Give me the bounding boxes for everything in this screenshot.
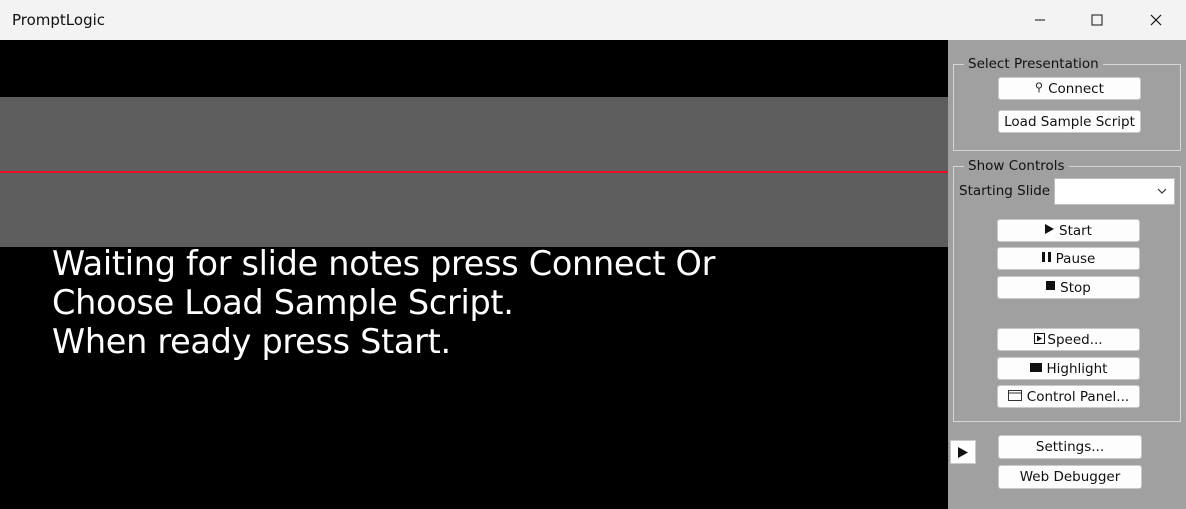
title-bar: PromptLogic <box>0 0 1186 41</box>
play-icon <box>1045 224 1054 237</box>
window-icon <box>1007 389 1022 404</box>
speed-button[interactable]: Speed... <box>997 328 1140 351</box>
highlight-label: Highlight <box>1046 360 1108 377</box>
prompt-message: Waiting for slide notes press Connect Or… <box>52 244 716 361</box>
load-sample-label: Load Sample Script <box>1004 113 1135 130</box>
close-icon <box>1150 14 1162 26</box>
highlight-icon <box>1029 362 1042 375</box>
reading-line <box>0 171 948 173</box>
speed-label: Speed... <box>1047 331 1103 348</box>
web-debugger-label: Web Debugger <box>1019 469 1121 485</box>
minimize-icon <box>1035 19 1045 21</box>
minimize-button[interactable] <box>1011 0 1069 40</box>
expand-toggle-button[interactable] <box>950 440 976 464</box>
maximize-button[interactable] <box>1068 0 1126 40</box>
starting-slide-label: Starting Slide <box>959 183 1051 199</box>
control-sidebar: Select Presentation Connect Load Sample … <box>948 40 1186 509</box>
speed-icon <box>1034 332 1046 347</box>
settings-label: Settings... <box>1035 439 1105 455</box>
chevron-down-icon <box>1157 188 1167 194</box>
control-panel-label: Control Panel... <box>1026 388 1130 405</box>
stop-button[interactable]: Stop <box>997 276 1140 299</box>
show-controls-title: Show Controls <box>964 158 1069 174</box>
control-panel-button[interactable]: Control Panel... <box>997 385 1140 408</box>
web-debugger-button[interactable]: Web Debugger <box>998 465 1142 489</box>
app-window: PromptLogic Waiting for slide notes pres… <box>0 0 1186 509</box>
start-button[interactable]: Start <box>997 219 1140 242</box>
teleprompter-view: Waiting for slide notes press Connect Or… <box>0 40 948 509</box>
start-label: Start <box>1059 222 1092 239</box>
show-controls-group: Show Controls Starting Slide Start Pause… <box>953 158 1181 422</box>
maximize-icon <box>1091 14 1103 26</box>
play-arrow-icon <box>958 446 968 458</box>
stop-label: Stop <box>1060 279 1091 296</box>
settings-button[interactable]: Settings... <box>998 435 1142 459</box>
select-presentation-group: Select Presentation Connect Load Sample … <box>953 56 1181 151</box>
stop-icon <box>1046 281 1056 294</box>
connect-button[interactable]: Connect <box>998 77 1141 100</box>
close-button[interactable] <box>1127 0 1185 40</box>
highlight-button[interactable]: Highlight <box>997 357 1140 380</box>
plug-icon <box>1035 81 1043 96</box>
pause-icon <box>1041 252 1051 265</box>
select-presentation-title: Select Presentation <box>964 56 1103 72</box>
starting-slide-dropdown[interactable] <box>1054 178 1175 205</box>
pause-button[interactable]: Pause <box>997 247 1140 270</box>
load-sample-script-button[interactable]: Load Sample Script <box>998 110 1141 133</box>
window-title: PromptLogic <box>12 11 106 29</box>
connect-label: Connect <box>1048 80 1104 97</box>
pause-label: Pause <box>1055 250 1096 267</box>
